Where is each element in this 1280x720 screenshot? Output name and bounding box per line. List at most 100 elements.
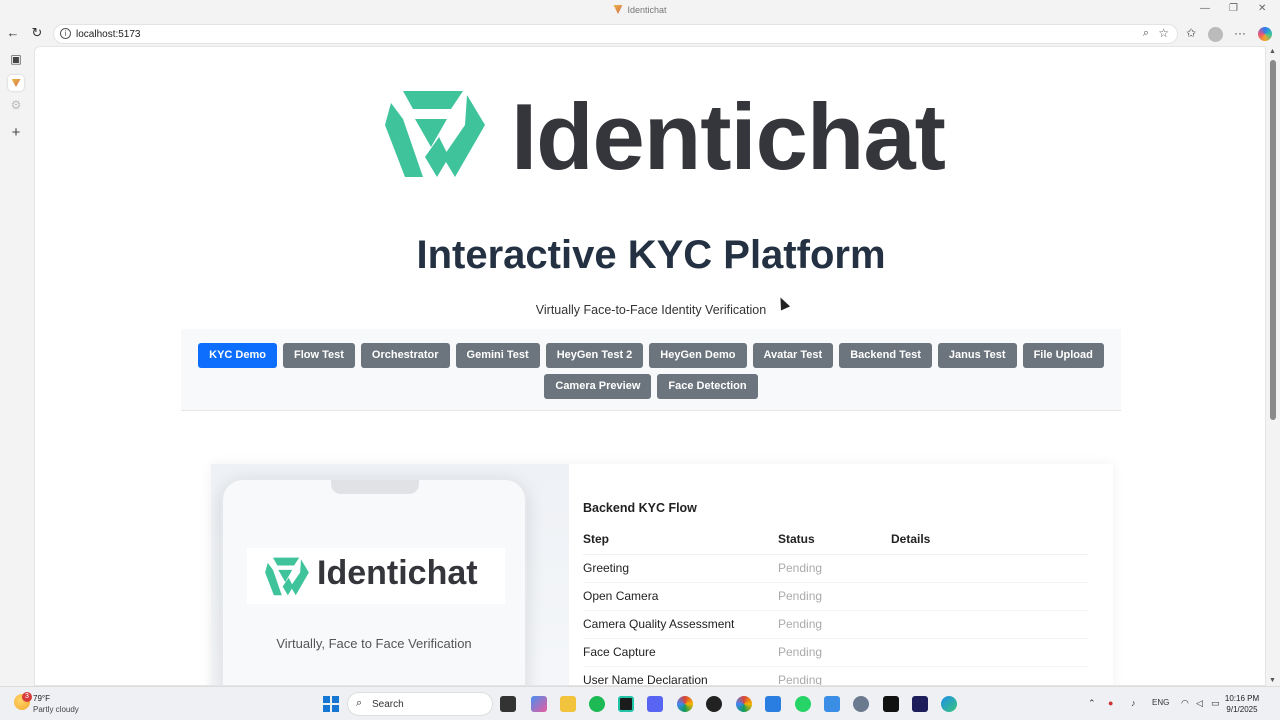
language-indicator[interactable]: ENG [1152, 698, 1169, 707]
step-cell: Camera Quality Assessment [583, 610, 778, 639]
windows-start-icon[interactable] [323, 696, 339, 712]
notes-app-icon[interactable] [765, 696, 781, 712]
favorites-icon[interactable]: ✩ [1186, 26, 1196, 40]
details-cell [891, 638, 1088, 667]
copilot-app-icon[interactable] [531, 696, 547, 712]
weather-desc: Partly cloudy [33, 705, 79, 714]
taskbar-search[interactable]: ⌕ Search [347, 692, 493, 716]
nav-button-strip: KYC Demo Flow Test Orchestrator Gemini T… [181, 329, 1121, 411]
step-cell: Open Camera [583, 582, 778, 611]
identichat-mark-icon [265, 557, 309, 596]
battery-icon[interactable]: ▭ [1211, 698, 1220, 709]
restore-button[interactable]: ❐ [1229, 3, 1238, 14]
zoom-icon[interactable]: ⌕ [1143, 27, 1149, 40]
details-cell [891, 554, 1088, 583]
kyc-demo-button[interactable]: KYC Demo [198, 343, 277, 368]
status-cell: Pending [778, 610, 891, 639]
app-favicon-icon [613, 5, 623, 14]
copilot-icon[interactable] [1258, 27, 1272, 41]
wifi-icon[interactable]: ◠ [1181, 698, 1189, 709]
avatar-test-button[interactable]: Avatar Test [752, 343, 834, 368]
weather-temp: 79°F [33, 694, 50, 703]
orchestrator-button[interactable]: Orchestrator [360, 343, 450, 368]
volume-icon[interactable]: ◁ [1196, 698, 1203, 709]
table-row: Greeting Pending [583, 554, 1088, 583]
step-cell: Face Capture [583, 638, 778, 667]
flow-table: Step Status Details Greeting Pending Open… [583, 524, 1088, 685]
favorite-star-icon[interactable]: ☆ [1158, 26, 1169, 40]
tab-identichat[interactable] [8, 75, 24, 91]
kyc-demo-card: Identichat Virtually, Face to Face Verif… [211, 464, 1113, 685]
page-title: Interactive KYC Platform [416, 233, 886, 277]
address-bar[interactable]: i localhost:5173 ⌕ ☆ [53, 24, 1178, 44]
status-cell: Pending [778, 638, 891, 667]
gemini-test-button[interactable]: Gemini Test [455, 343, 540, 368]
snipping-tool-icon[interactable] [824, 696, 840, 712]
minimize-button[interactable]: — [1200, 3, 1210, 14]
tray-app-icon[interactable]: ● [1108, 698, 1113, 708]
profile-avatar[interactable] [1208, 27, 1223, 42]
flow-title: Backend KYC Flow [583, 501, 697, 515]
search-label: Search [372, 699, 404, 710]
file-explorer-icon[interactable] [560, 696, 576, 712]
capcut-icon[interactable] [883, 696, 899, 712]
back-button[interactable]: ← [4, 25, 22, 40]
heygen-test-2-button[interactable]: HeyGen Test 2 [545, 343, 644, 368]
system-clock[interactable]: 10:16 PM 9/1/2025 [1222, 693, 1262, 715]
header-status: Status [778, 524, 891, 555]
spotify-icon[interactable] [589, 696, 605, 712]
backend-test-button[interactable]: Backend Test [839, 343, 932, 368]
new-tab-icon[interactable]: + [8, 124, 24, 141]
page-subtitle: Virtually Face-to-Face Identity Verifica… [535, 303, 767, 317]
site-info-icon[interactable]: i [60, 28, 71, 39]
table-header-row: Step Status Details [583, 524, 1088, 555]
reload-button[interactable]: ↻ [28, 25, 46, 41]
microphone-icon[interactable]: ♪ [1131, 698, 1136, 708]
edge-icon[interactable] [941, 696, 957, 712]
table-row: User Name Declaration Pending [583, 666, 1088, 685]
nav-row-1: KYC Demo Flow Test Orchestrator Gemini T… [181, 343, 1121, 368]
table-row: Face Capture Pending [583, 638, 1088, 667]
close-button[interactable]: ✕ [1258, 3, 1266, 14]
header-details: Details [891, 524, 1088, 555]
heygen-demo-button[interactable]: HeyGen Demo [649, 343, 747, 368]
browser-sidebar: ▣ ⚙ + [0, 46, 34, 686]
camera-preview-button[interactable]: Camera Preview [544, 374, 652, 399]
chrome-icon[interactable] [677, 696, 693, 712]
status-cell: Pending [778, 666, 891, 685]
janus-test-button[interactable]: Janus Test [937, 343, 1017, 368]
flow-test-button[interactable]: Flow Test [282, 343, 355, 368]
discord-icon[interactable] [647, 696, 663, 712]
premiere-icon[interactable] [912, 696, 928, 712]
more-menu-icon[interactable]: ··· [1234, 26, 1246, 40]
title-bar: Identichat — ❐ ✕ [0, 0, 1280, 22]
openai-icon[interactable] [706, 696, 722, 712]
file-manager-icon[interactable] [500, 696, 516, 712]
scroll-down-icon[interactable]: ▼ [1269, 677, 1276, 684]
flow-panel: Backend KYC Flow Step Status Details Gre… [583, 464, 1103, 685]
phone-logo: Identichat [247, 548, 505, 604]
terminal-app-icon[interactable] [618, 696, 634, 712]
phone-tagline: Virtually, Face to Face Verification [276, 636, 472, 651]
whatsapp-icon[interactable] [795, 696, 811, 712]
clock-date: 9/1/2025 [1226, 705, 1258, 714]
tray-overflow-icon[interactable]: ⌃ [1088, 698, 1096, 709]
url-text[interactable]: localhost:5173 [76, 29, 141, 40]
windows-taskbar: 3 79°F Partly cloudy ⌕ Search ⌃ ● ♪ ENG … [0, 686, 1280, 720]
clock-time: 10:16 PM [1224, 694, 1260, 703]
chrome-profile-icon[interactable] [736, 696, 752, 712]
face-detection-button[interactable]: Face Detection [657, 374, 758, 399]
details-cell [891, 666, 1088, 685]
tab-actions-icon[interactable]: ▣ [8, 52, 24, 68]
weather-badge: 3 [22, 692, 32, 702]
settings-app-icon[interactable] [853, 696, 869, 712]
phone-notch [331, 480, 419, 494]
identichat-favicon-icon [11, 79, 21, 87]
file-upload-button[interactable]: File Upload [1022, 343, 1104, 368]
scrollbar-thumb[interactable] [1270, 60, 1276, 420]
phone-panel: Identichat Virtually, Face to Face Verif… [211, 464, 569, 685]
settings-icon[interactable]: ⚙ [8, 98, 24, 114]
header-step: Step [583, 524, 778, 555]
page-scrollbar[interactable]: ▲ ▼ [1266, 46, 1280, 686]
scroll-up-icon[interactable]: ▲ [1269, 48, 1276, 55]
